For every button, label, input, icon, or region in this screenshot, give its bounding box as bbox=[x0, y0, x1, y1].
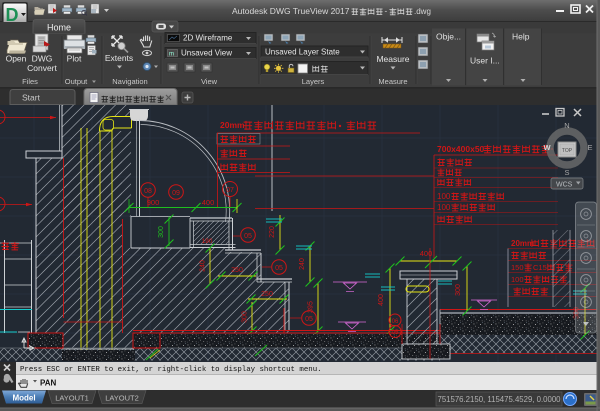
svg-text:250: 250 bbox=[261, 291, 273, 298]
svg-text:09: 09 bbox=[172, 190, 180, 197]
svg-text:Press ESC or ENTER to exit, or: Press ESC or ENTER to exit, or right-cli… bbox=[20, 366, 322, 374]
svg-text:300: 300 bbox=[158, 226, 165, 238]
svg-text:View: View bbox=[201, 77, 218, 86]
svg-text:Measure: Measure bbox=[378, 77, 407, 86]
svg-text:400: 400 bbox=[378, 294, 385, 306]
svg-text:07: 07 bbox=[226, 187, 234, 194]
svg-text:100: 100 bbox=[511, 275, 524, 284]
svg-text:751576.2150, 115475.4529, 0.00: 751576.2150, 115475.4529, 0.0000 bbox=[438, 395, 562, 404]
svg-text:LAYOUT2: LAYOUT2 bbox=[105, 394, 139, 403]
svg-text:900: 900 bbox=[147, 198, 160, 207]
svg-text:300: 300 bbox=[242, 311, 249, 323]
svg-text:Home: Home bbox=[47, 23, 71, 33]
svg-text:Measure: Measure bbox=[376, 54, 409, 64]
svg-text:m: m bbox=[169, 52, 174, 58]
svg-text:190: 190 bbox=[202, 238, 213, 245]
svg-text:240: 240 bbox=[299, 258, 306, 270]
svg-text:20mm: 20mm bbox=[511, 239, 534, 248]
svg-text:05: 05 bbox=[275, 265, 283, 272]
svg-text:User I...: User I... bbox=[470, 56, 500, 66]
svg-text:220: 220 bbox=[269, 226, 276, 238]
svg-text:Extents: Extents bbox=[105, 53, 133, 63]
svg-text:Start: Start bbox=[22, 93, 41, 103]
svg-text:05: 05 bbox=[305, 316, 313, 323]
svg-text:150: 150 bbox=[511, 263, 524, 272]
svg-text:WCS: WCS bbox=[556, 182, 573, 189]
svg-text:W: W bbox=[543, 143, 551, 152]
svg-text:TOP: TOP bbox=[562, 148, 573, 154]
svg-text:Navigation: Navigation bbox=[112, 77, 147, 86]
svg-text:100: 100 bbox=[437, 192, 451, 201]
svg-text:20mm: 20mm bbox=[220, 120, 245, 130]
svg-text:Autodesk DWG TrueView 2017: Autodesk DWG TrueView 2017 bbox=[232, 6, 350, 16]
svg-text:LAYOUT1: LAYOUT1 bbox=[55, 394, 89, 403]
svg-text:05: 05 bbox=[392, 330, 399, 336]
svg-text:C15: C15 bbox=[533, 263, 547, 272]
svg-text:.dwg: .dwg bbox=[414, 7, 431, 16]
svg-text:Plot: Plot bbox=[67, 54, 82, 64]
svg-text:Files: Files bbox=[22, 77, 38, 86]
svg-text:-: - bbox=[385, 7, 388, 16]
svg-text:Model: Model bbox=[12, 394, 35, 403]
svg-text:E: E bbox=[587, 143, 592, 152]
svg-text:700x400x50: 700x400x50 bbox=[437, 144, 485, 154]
svg-text:Open: Open bbox=[6, 54, 27, 64]
svg-text:Unsaved Layer State: Unsaved Layer State bbox=[265, 48, 340, 57]
svg-text:Obje...: Obje... bbox=[436, 32, 461, 42]
svg-text:05: 05 bbox=[244, 233, 252, 240]
svg-text:240: 240 bbox=[200, 260, 207, 272]
svg-text:N: N bbox=[564, 121, 569, 130]
svg-text:250: 250 bbox=[231, 267, 243, 274]
svg-text:Output: Output bbox=[65, 77, 88, 86]
svg-text:400: 400 bbox=[202, 198, 215, 207]
svg-text:06: 06 bbox=[392, 319, 399, 325]
svg-text:PAN: PAN bbox=[40, 379, 57, 388]
svg-text:DWG: DWG bbox=[32, 54, 53, 64]
svg-text:Help: Help bbox=[512, 32, 530, 42]
svg-text:S: S bbox=[564, 168, 569, 177]
svg-text:Layers: Layers bbox=[302, 77, 325, 86]
svg-text:Convert: Convert bbox=[27, 63, 57, 73]
svg-text:2D Wireframe: 2D Wireframe bbox=[183, 34, 233, 43]
svg-text:100: 100 bbox=[437, 203, 451, 212]
svg-text:08: 08 bbox=[144, 188, 152, 195]
svg-text:Unsaved View: Unsaved View bbox=[181, 49, 232, 58]
svg-text:300: 300 bbox=[455, 284, 462, 296]
